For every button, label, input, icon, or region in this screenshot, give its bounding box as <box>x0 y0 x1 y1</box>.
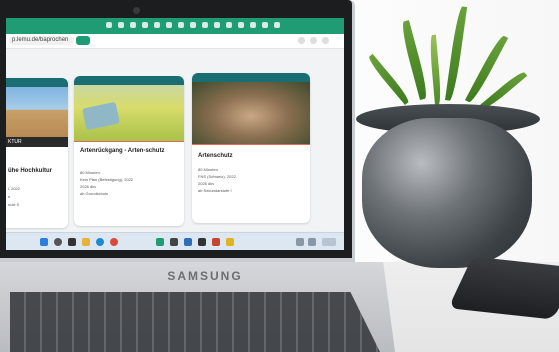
tab-icon[interactable] <box>118 22 124 28</box>
system-tray-icon[interactable] <box>296 238 304 246</box>
file-explorer-icon[interactable] <box>82 238 90 246</box>
extension-button[interactable] <box>76 36 90 45</box>
card-meta: Kein Plan (Befestigung), 2022 <box>80 177 134 182</box>
tab-icon[interactable] <box>214 22 220 28</box>
menu-icon[interactable] <box>310 37 317 44</box>
card-tag: KTUR <box>6 137 68 147</box>
card-title: Artenrückgang - Arten-schutz <box>80 148 165 154</box>
laptop-screen: p.lemu.de/baprochen KTUR ühe Hochkultur … <box>6 18 344 250</box>
url-field[interactable]: p.lemu.de/baprochen <box>9 36 74 45</box>
app-icon[interactable] <box>184 238 192 246</box>
share-icon[interactable] <box>298 37 305 44</box>
tab-icon[interactable] <box>106 22 112 28</box>
tab-icon[interactable] <box>178 22 184 28</box>
card-meta: 80 Minuten <box>80 170 100 175</box>
tab-icon[interactable] <box>166 22 172 28</box>
card-meta: 80 Minuten <box>198 167 218 172</box>
app-icon[interactable] <box>198 238 206 246</box>
media-card[interactable]: Artenrückgang - Arten-schutz 80 Minuten … <box>74 76 184 226</box>
address-bar: p.lemu.de/baprochen <box>6 34 344 49</box>
tab-icon[interactable] <box>250 22 256 28</box>
tab-icon[interactable] <box>190 22 196 28</box>
system-tray-icon[interactable] <box>308 238 316 246</box>
browser-tab-bar <box>6 18 344 34</box>
card-meta: e <box>8 194 11 199</box>
card-meta: l, 2022 <box>8 186 21 191</box>
webcam <box>133 7 140 14</box>
app-icon[interactable] <box>226 238 234 246</box>
close-icon[interactable] <box>322 37 329 44</box>
laptop-keyboard <box>10 292 380 352</box>
tab-icon[interactable] <box>262 22 268 28</box>
card-meta: 2026 dkv <box>80 184 97 189</box>
card-meta: ab Grundschule <box>80 191 109 196</box>
tab-icon[interactable] <box>142 22 148 28</box>
card-meta: nulé 5 <box>8 202 19 207</box>
media-card[interactable]: Artenschutz 80 Minuten FNS (Schweiz), 20… <box>192 73 310 223</box>
pyramids-image <box>6 87 68 137</box>
tab-icon[interactable] <box>130 22 136 28</box>
search-icon[interactable] <box>54 238 62 246</box>
tab-icon[interactable] <box>238 22 244 28</box>
card-header <box>74 76 184 85</box>
tab-icon[interactable] <box>226 22 232 28</box>
card-header <box>192 73 310 82</box>
edge-icon[interactable] <box>96 238 104 246</box>
clock-icon[interactable] <box>322 238 336 246</box>
windows-taskbar <box>6 232 344 250</box>
chrome-icon[interactable] <box>110 238 118 246</box>
start-icon[interactable] <box>40 238 48 246</box>
card-tag-label: KTUR <box>8 139 22 145</box>
card-title: Artenschutz <box>198 153 233 159</box>
app-icon[interactable] <box>170 238 178 246</box>
card-title: ühe Hochkultur <box>8 168 53 174</box>
app-icon[interactable] <box>212 238 220 246</box>
tab-icon[interactable] <box>274 22 280 28</box>
card-meta: 2026 dkv <box>198 181 215 186</box>
lynx-image <box>192 82 310 144</box>
plant-pot <box>362 118 532 268</box>
task-view-icon[interactable] <box>68 238 76 246</box>
card-meta: FNS (Schweiz), 2022 <box>198 174 236 179</box>
app-icon[interactable] <box>156 238 164 246</box>
tab-icon[interactable] <box>202 22 208 28</box>
tab-icon[interactable] <box>154 22 160 28</box>
card-header <box>6 78 68 87</box>
media-card[interactable]: KTUR ühe Hochkultur l, 2022 e nulé 5 <box>6 78 68 228</box>
laptop-brand-label: SAMSUNG <box>167 269 243 283</box>
card-meta: ab Sekundarstufe I <box>198 188 232 193</box>
field-image <box>74 85 184 141</box>
